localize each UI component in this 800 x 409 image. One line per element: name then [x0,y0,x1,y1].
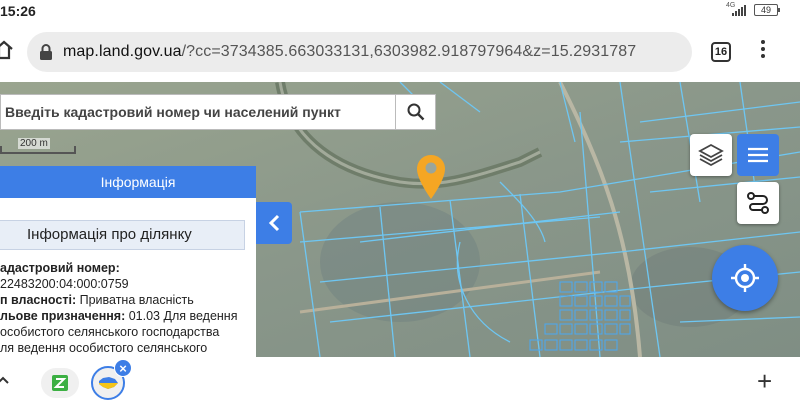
route-button[interactable] [737,182,779,224]
browser-toolbar: map.land.gov.ua/?cc=3734385.663033131,63… [0,22,800,82]
search-button[interactable] [395,95,435,129]
hamburger-icon [748,147,768,163]
lock-icon[interactable] [39,43,53,61]
location-marker-icon[interactable] [416,154,446,200]
info-panel-header[interactable]: Інформація [0,166,256,198]
detail-row: льове призначення: 01.03 Для ведення [0,309,238,323]
tab-switcher-button[interactable]: 16 [711,42,731,62]
search-input[interactable]: Введіть кадастровий номер чи населений п… [1,95,395,129]
crosshair-icon [731,264,759,292]
battery-icon: 49 [754,4,780,16]
status-bar: 15:26 4G 49 [0,0,800,22]
detail-row: адастровий номер: [0,261,120,275]
search-icon [407,103,424,121]
detail-row: ля ведення особистого селянського [0,341,208,355]
tab-favicon-zakon[interactable] [41,368,79,398]
browser-bottom-bar: × + [0,357,800,409]
signal-icon: 4G [726,2,748,16]
chevron-up-icon[interactable] [0,373,10,387]
cadastre-search-bar[interactable]: Введіть кадастровий номер чи населений п… [0,94,436,130]
address-bar[interactable]: map.land.gov.ua/?cc=3734385.663033131,63… [27,32,692,72]
more-menu-icon[interactable] [760,40,766,62]
layers-button[interactable] [690,134,732,176]
ukraine-map-favicon-icon [99,377,118,389]
close-tab-icon[interactable]: × [114,359,132,377]
zakon-favicon-icon [52,375,68,391]
new-tab-button[interactable]: + [757,367,772,395]
info-panel: Інформація Інформація про ділянку адастр… [0,166,256,357]
my-location-button[interactable] [712,245,778,311]
layers-icon [698,143,724,167]
chevron-left-icon [268,214,280,232]
map-view[interactable]: Введіть кадастровий номер чи населений п… [0,82,800,357]
url-text[interactable]: map.land.gov.ua/?cc=3734385.663033131,63… [63,43,636,61]
route-icon [747,192,769,214]
detail-row: особистого селянського господарства [0,325,220,339]
detail-row: 22483200:04:000:0759 [0,277,129,291]
detail-row: п власності: Приватна власність [0,293,194,307]
collapse-panel-button[interactable] [256,202,292,244]
info-panel-title: Інформація про ділянку [0,220,245,250]
clock: 15:26 [0,3,36,19]
parcel-details: адастровий номер: 22483200:04:000:0759 п… [0,260,250,356]
map-menu-button[interactable] [737,134,779,176]
home-icon[interactable] [0,39,14,61]
map-scale: 200 m [0,138,76,154]
